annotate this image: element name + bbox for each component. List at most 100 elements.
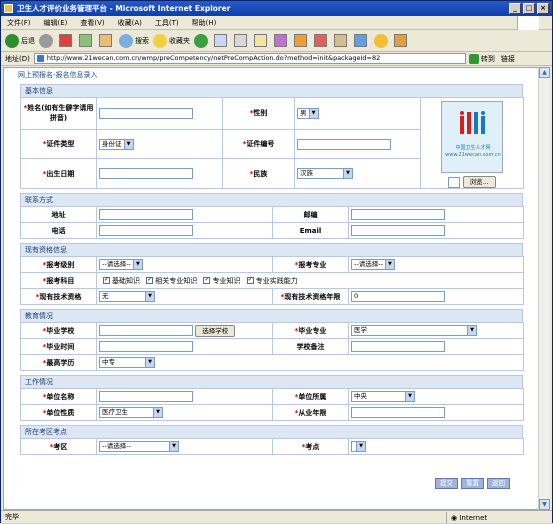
id-type-select[interactable]: 身份证 ▼ xyxy=(99,138,134,150)
photo-path-input[interactable] xyxy=(448,176,461,188)
name-input[interactable] xyxy=(99,107,193,119)
scroll-down-icon[interactable]: ▼ xyxy=(539,499,550,510)
page-content: 网上预报名-报名信息录入 基本信息 *姓名(如有生僻字请用拼音) *性别 男▼ xyxy=(3,67,540,510)
exam-area-label: 考区 xyxy=(53,442,68,451)
stop-button[interactable] xyxy=(59,34,75,47)
menu-view[interactable]: 查看(V) xyxy=(80,18,104,28)
id-number-label: 证件编号 xyxy=(246,140,275,149)
tech-years-label: 现有技术资格年限 xyxy=(284,292,341,301)
tool-button-3[interactable] xyxy=(314,34,330,47)
maximize-button[interactable]: □ xyxy=(523,3,535,14)
degree-label: 最高学历 xyxy=(46,358,75,367)
work-table: *单位名称 *单位所属 中央 ▼ *单位性质 医疗卫生 ▼ *从业年限 xyxy=(20,388,524,421)
choose-school-button[interactable]: 选择学校 xyxy=(195,324,236,337)
menu-edit[interactable]: 编辑(E) xyxy=(44,18,68,28)
status-bar: 完毕 ◉ Internet xyxy=(1,510,552,523)
links-button[interactable]: 链接 xyxy=(501,54,515,64)
exam-site-select[interactable]: ▼ xyxy=(351,441,366,452)
school-input[interactable] xyxy=(99,325,193,336)
submit-button[interactable]: 提交 xyxy=(435,478,458,489)
home-button[interactable] xyxy=(99,34,115,47)
subject-checkbox-3[interactable] xyxy=(203,276,211,284)
ethnic-label: 民族 xyxy=(253,169,268,178)
birth-date-input[interactable] xyxy=(99,168,193,180)
ethnic-select[interactable]: 汉族 ▼ xyxy=(297,168,353,180)
windows-logo-icon xyxy=(517,16,539,30)
unit-input[interactable] xyxy=(99,391,193,402)
section-qualification: 现有资格信息 xyxy=(20,243,523,256)
mail-icon xyxy=(214,34,227,47)
qualification-table: *报考级别 --请选择--▼ *报考专业 --请选择--▼ *报考科目 基础知识… xyxy=(20,256,524,305)
unit-nature-select[interactable]: 医疗卫生 ▼ xyxy=(99,407,163,418)
subject-label: 报考科目 xyxy=(46,276,75,285)
grad-major-select[interactable]: 医学 ▼ xyxy=(351,325,477,336)
address-input[interactable] xyxy=(99,209,193,220)
tool-button-2[interactable] xyxy=(294,34,310,47)
menu-bar: 文件(F) 编辑(E) 查看(V) 收藏(A) 工具(T) 帮助(H) xyxy=(1,16,552,30)
subject-checkbox-1[interactable] xyxy=(103,276,110,284)
gender-select[interactable]: 男 ▼ xyxy=(297,107,319,119)
tech-years-input[interactable]: 0 xyxy=(351,291,445,302)
history-button[interactable] xyxy=(194,33,210,48)
photo-preview: 中国卫生人才网 www.21wecan.com.cn xyxy=(441,101,503,173)
unit-belong-label: 单位所属 xyxy=(298,392,327,401)
tech-select[interactable]: 无 ▼ xyxy=(99,291,155,302)
url-input[interactable]: http://www.21wecan.com.cn/wmp/preCompete… xyxy=(33,53,466,64)
photo-caption: 中国卫生人才网 xyxy=(455,145,491,151)
id-number-input[interactable] xyxy=(297,138,391,150)
tool-button-1[interactable] xyxy=(274,34,290,47)
mail-button[interactable] xyxy=(214,34,230,47)
unit-belong-select[interactable]: 中央 ▼ xyxy=(351,391,415,402)
email-input[interactable] xyxy=(351,225,445,236)
back-button[interactable]: 后退 xyxy=(5,33,35,48)
work-years-label: 从业年限 xyxy=(298,408,327,417)
app-icon xyxy=(4,4,13,13)
phone-input[interactable] xyxy=(99,225,193,236)
reset-button[interactable]: 重置 xyxy=(461,478,484,489)
tool-button-4[interactable] xyxy=(334,34,350,47)
exam-major-label: 报考专业 xyxy=(298,260,327,269)
scroll-up-icon[interactable]: ▲ xyxy=(539,67,550,78)
exam-area-select[interactable]: --请选择-- ▼ xyxy=(99,441,179,452)
refresh-button[interactable] xyxy=(79,34,95,47)
level-select[interactable]: --请选择-- ▼ xyxy=(99,259,143,270)
work-years-input[interactable] xyxy=(351,407,445,418)
tool-icon xyxy=(314,34,327,47)
address-label: 地址 xyxy=(20,206,97,223)
postcode-input[interactable] xyxy=(351,209,445,220)
tool-button-6[interactable] xyxy=(374,33,390,48)
close-button[interactable]: × xyxy=(537,3,549,14)
title-bar: 卫生人才评价业务管理平台 - Microsoft Internet Explor… xyxy=(1,1,552,16)
menu-favorites[interactable]: 收藏(A) xyxy=(118,18,142,28)
print-button[interactable] xyxy=(234,34,250,47)
registration-form: 基本信息 *姓名(如有生僻字请用拼音) *性别 男 ▼ 中国卫生人才网 www.… xyxy=(20,84,524,455)
tool-button-5[interactable] xyxy=(354,34,370,47)
messenger-icon xyxy=(274,34,287,47)
school-note-input[interactable] xyxy=(351,341,445,352)
edit-button[interactable] xyxy=(254,34,270,47)
subject-checkbox-2[interactable] xyxy=(146,276,154,284)
basic-info-table: *姓名(如有生僻字请用拼音) *性别 男 ▼ 中国卫生人才网 www.21weca… xyxy=(20,97,524,189)
search-button[interactable]: 搜索 xyxy=(119,33,149,48)
vertical-scrollbar[interactable]: ▲ ▼ xyxy=(538,67,550,510)
subject-checkbox-4[interactable] xyxy=(246,276,254,284)
go-button[interactable]: 转到 xyxy=(468,53,495,64)
menu-file[interactable]: 文件(F) xyxy=(7,18,31,28)
menu-tools[interactable]: 工具(T) xyxy=(155,18,179,28)
degree-select[interactable]: 中专 ▼ xyxy=(99,357,155,368)
exam-major-select[interactable]: --请选择-- ▼ xyxy=(351,259,395,270)
research-icon xyxy=(334,34,347,47)
tool-button-7[interactable] xyxy=(394,34,410,47)
favorites-button[interactable]: 收藏夹 xyxy=(153,33,190,48)
grad-time-input[interactable] xyxy=(99,341,193,352)
breadcrumb: 网上预报名-报名信息录入 xyxy=(18,71,98,79)
menu-help[interactable]: 帮助(H) xyxy=(192,18,217,28)
photo-url: www.21wecan.com.cn xyxy=(445,152,501,158)
minimize-button[interactable]: _ xyxy=(509,3,521,14)
section-exam-site: 所在考区考点 xyxy=(20,425,523,438)
back-button[interactable]: 返回 xyxy=(487,478,510,489)
grad-major-label: 毕业专业 xyxy=(298,326,327,335)
postcode-label: 邮编 xyxy=(272,206,349,223)
forward-button[interactable] xyxy=(39,33,55,48)
browse-button[interactable]: 浏览... xyxy=(462,176,496,188)
